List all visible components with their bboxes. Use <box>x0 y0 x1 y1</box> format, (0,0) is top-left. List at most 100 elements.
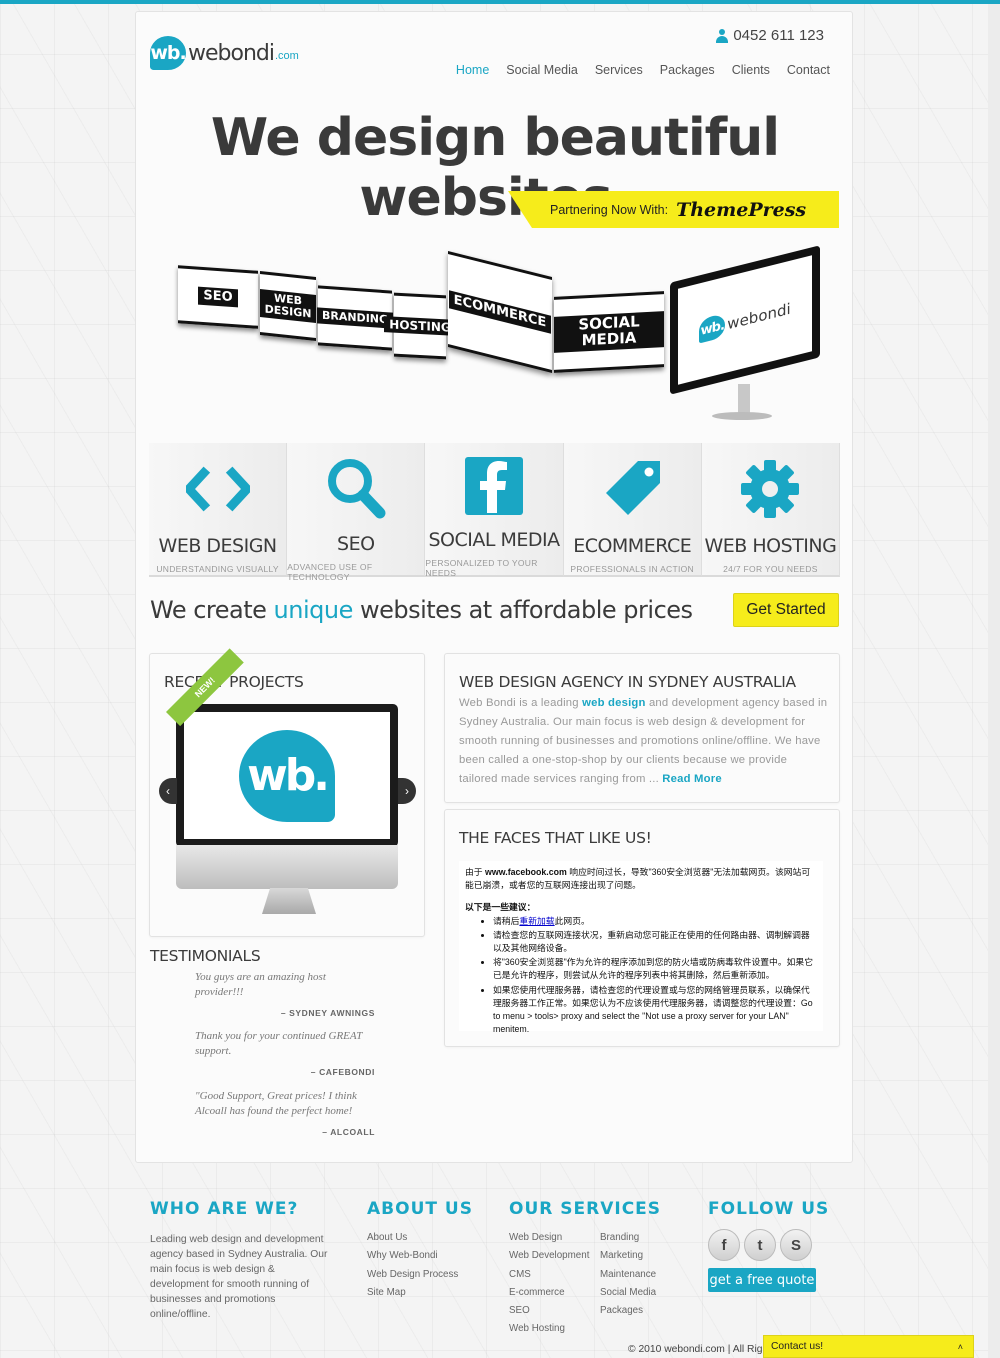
footer-service-link[interactable]: Marketing <box>600 1250 680 1268</box>
hero-monitor-screen: wb. webondi <box>670 245 820 395</box>
testimonial-quote: You guys are an amazing host provider!!! <box>195 971 326 998</box>
footer-service-link[interactable]: Web Design <box>509 1232 600 1250</box>
feature-social-media[interactable]: SOCIAL MEDIA PERSONALIZED TO YOUR NEEDS <box>425 443 564 578</box>
nav-services[interactable]: Services <box>595 63 643 77</box>
recent-projects-box: RECENT PROJECTS wb. NEW! ‹ › <box>149 648 425 937</box>
top-accent-bar <box>0 0 1000 4</box>
read-more-link[interactable]: Read More <box>662 773 722 785</box>
monitor-logo-badge-icon: wb. <box>699 312 726 344</box>
chevron-up-icon: ˄ <box>957 1341 963 1352</box>
feature-seo[interactable]: SEO ADVANCED USE OF TECHNOLOGY <box>287 443 426 582</box>
footer-service-link[interactable]: Packages <box>600 1305 680 1323</box>
main-container: wb. webondi .com 0452 611 123 Home Socia… <box>135 11 853 1163</box>
suggestion-item: 将"360安全浏览器"作为允许的程序添加到您的防火墙或防病毒软件设置中。如果它已… <box>493 956 817 982</box>
testimonial-author: – CAFEBONDI <box>310 1067 375 1077</box>
feature-title: SEO <box>337 533 375 555</box>
agency-box: WEB DESIGN AGENCY IN SYDNEY AUSTRALIA We… <box>444 653 840 803</box>
feature-web-hosting[interactable]: WEB HOSTING 24/7 FOR YOU NEEDS <box>701 443 841 577</box>
nav-social-media[interactable]: Social Media <box>506 63 578 77</box>
slider-next-arrow-icon[interactable]: › <box>398 778 416 804</box>
partner-banner[interactable]: Partnering Now With: ThemePress <box>508 191 839 228</box>
nav-clients[interactable]: Clients <box>732 63 770 77</box>
site-logo[interactable]: wb. webondi .com <box>150 36 299 70</box>
hero-banner-illustration: SEO WEB DESIGN BRANDING HOSTING ECOMMERC… <box>166 244 826 434</box>
phone-text: 0452 611 123 <box>733 27 824 44</box>
banner-panel-web-design: WEB DESIGN <box>259 271 317 341</box>
error-intro: 由于 www.facebook.com 响应时间过长，导致"360安全浏览器"无… <box>465 867 811 891</box>
project-slide[interactable]: wb. <box>176 704 398 914</box>
footer-link-why[interactable]: Why Web-Bondi <box>367 1250 473 1268</box>
testimonial: "Good Support, Great prices! I think Alc… <box>195 1089 375 1137</box>
footer-service-link[interactable]: Branding <box>600 1232 680 1250</box>
footer-services: OUR SERVICES Web Design Branding Web Dev… <box>509 1199 680 1342</box>
tagline-after: websites at affordable prices <box>352 596 693 624</box>
project-logo-icon: wb. <box>239 729 335 822</box>
footer-service-link[interactable]: CMS <box>509 1269 600 1287</box>
feature-title: WEB DESIGN <box>158 535 278 557</box>
footer-service-link[interactable]: SEO <box>509 1305 600 1323</box>
footer-link-sitemap[interactable]: Site Map <box>367 1287 473 1305</box>
scrollbar-track[interactable] <box>988 4 1000 1358</box>
facebook-widget-box: THE FACES THAT LIKE US! 由于 www.facebook.… <box>444 809 840 1047</box>
user-icon <box>716 28 729 43</box>
suggestions-list: 请稍后重新加载此网页。 请检查您的互联网连接状况，重新启动您可能正在使用的任何路… <box>493 915 817 1037</box>
web-design-link[interactable]: web design <box>582 697 646 709</box>
banner-panel-branding: BRANDING <box>316 285 394 351</box>
project-monitor-screen: wb. <box>176 704 398 847</box>
magnifier-icon <box>324 457 388 519</box>
footer-services-title: OUR SERVICES <box>509 1199 662 1219</box>
footer-service-link[interactable]: E-commerce <box>509 1287 600 1305</box>
copyright: © 2010 webondi.com | All Righ <box>628 1344 769 1355</box>
tag-icon <box>600 457 664 521</box>
banner-panel-ecommerce: ECOMMERCE <box>448 251 552 373</box>
feature-title: ECOMMERCE <box>573 535 692 557</box>
reload-link[interactable]: 重新加载 <box>519 916 554 926</box>
get-started-button[interactable]: Get Started <box>733 593 839 627</box>
footer-who-text: Leading web design and development agenc… <box>150 1234 328 1320</box>
logo-tld: .com <box>274 50 299 62</box>
project-monitor-stand <box>262 888 316 914</box>
agency-description: Web Bondi is a leading web design and de… <box>459 697 828 785</box>
twitter-icon[interactable]: t <box>744 1229 776 1261</box>
hero-monitor: wb. webondi <box>670 244 830 444</box>
social-buttons: f t S <box>708 1229 829 1261</box>
feature-subtitle: PROFESSIONALS IN ACTION <box>570 564 694 574</box>
testimonial-quote: Thank you for your continued GREAT suppo… <box>195 1030 363 1057</box>
footer-link-about-us[interactable]: About Us <box>367 1232 473 1250</box>
footer-service-link[interactable]: Web Hosting <box>509 1323 600 1341</box>
nav-packages[interactable]: Packages <box>660 63 715 77</box>
themepress-logo: ThemePress <box>676 198 807 221</box>
testimonial: You guys are an amazing host provider!!!… <box>195 970 375 1018</box>
feature-subtitle: 24/7 FOR YOU NEEDS <box>723 564 818 574</box>
skype-icon[interactable]: S <box>780 1229 812 1261</box>
footer-service-link[interactable]: Maintenance <box>600 1269 680 1287</box>
feature-web-design[interactable]: WEB DESIGN UNDERSTANDING VISUALLY <box>149 443 288 577</box>
footer-service-link[interactable]: Web Development <box>509 1250 600 1268</box>
tagline-before: We create <box>150 596 274 624</box>
facebook-icon[interactable]: f <box>708 1229 740 1261</box>
feature-ecommerce[interactable]: ECOMMERCE PROFESSIONALS IN ACTION <box>563 443 702 577</box>
testimonial: Thank you for your continued GREAT suppo… <box>195 1029 375 1077</box>
phone-number: 0452 611 123 <box>716 27 824 44</box>
footer-follow-title: FOLLOW US <box>708 1199 830 1219</box>
footer-about-title: ABOUT US <box>367 1199 473 1219</box>
feature-subtitle: ADVANCED USE OF TECHNOLOGY <box>287 562 373 582</box>
testimonial-author: – ALCOALL <box>322 1127 375 1137</box>
footer-about-list: About Us Why Web-Bondi Web Design Proces… <box>367 1232 473 1305</box>
free-quote-button[interactable]: get a free quote <box>708 1268 816 1292</box>
footer-who-title: WHO ARE WE? <box>150 1199 299 1219</box>
footer-link-process[interactable]: Web Design Process <box>367 1269 473 1287</box>
feature-subtitle: PERSONALIZED TO YOUR NEEDS <box>425 558 538 578</box>
suggestion-item: 如果您使用代理服务器，请检查您的代理设置或与您的网络管理员联系，以确保代理服务器… <box>493 984 817 1037</box>
nav-contact[interactable]: Contact <box>787 63 830 77</box>
tagline-accent: unique <box>273 596 354 624</box>
logo-badge-icon: wb. <box>150 36 187 70</box>
services-row: WEB DESIGN UNDERSTANDING VISUALLY SEO AD… <box>149 443 841 582</box>
suggestion-item: 请稍后重新加载此网页。 <box>493 915 817 928</box>
hero-monitor-stand <box>738 384 750 414</box>
feature-title: SOCIAL MEDIA <box>428 529 560 551</box>
footer-service-link[interactable]: Social Media <box>600 1287 680 1305</box>
nav-home[interactable]: Home <box>456 63 489 77</box>
slider-prev-arrow-icon[interactable]: ‹ <box>159 778 177 804</box>
contact-us-tab[interactable]: Contact us! ˄ <box>763 1335 974 1358</box>
